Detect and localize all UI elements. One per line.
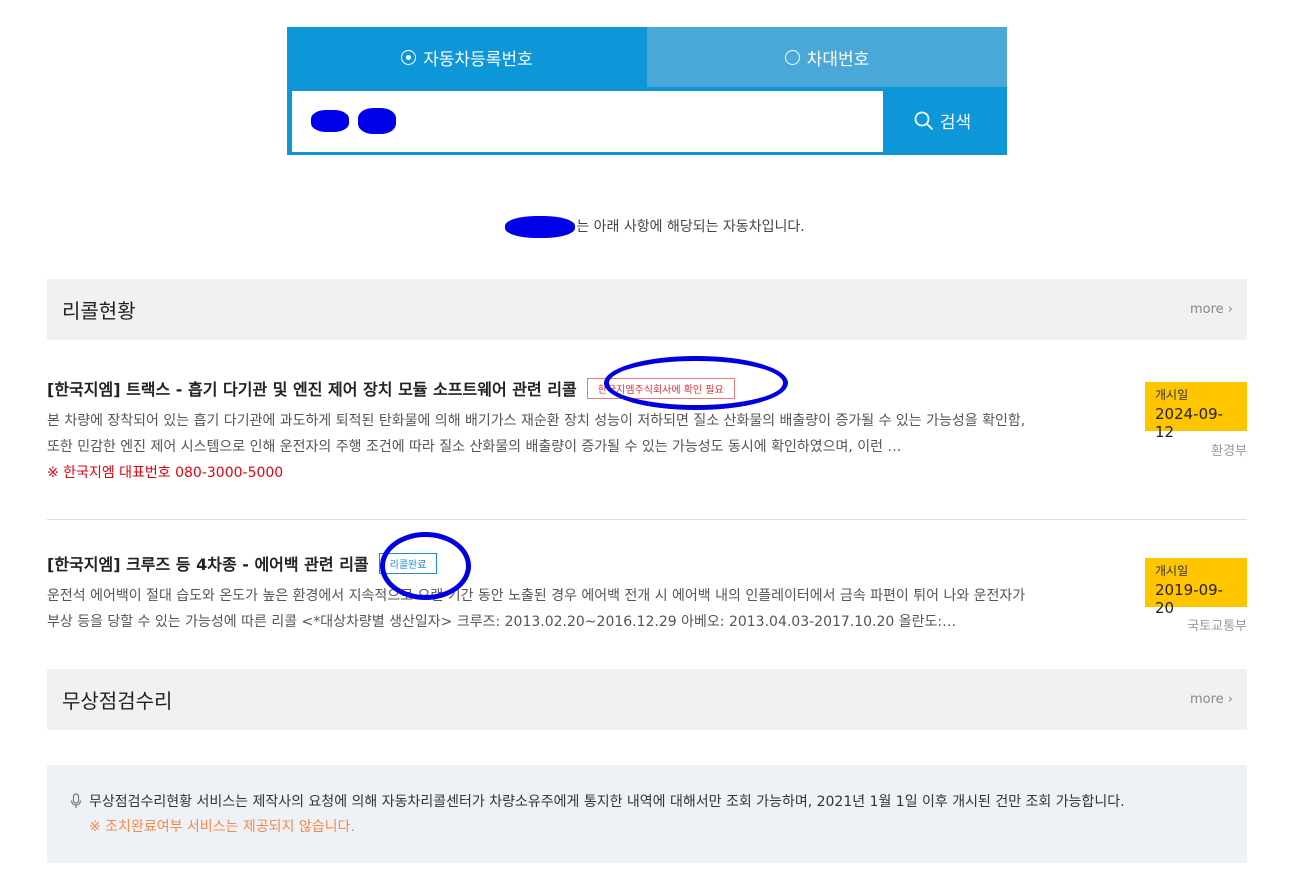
recall-title[interactable]: [한국지엠] 크루즈 등 4차종 - 에어백 관련 리콜 (47, 551, 369, 575)
status-badge: 한국지엠주식회사에 확인 필요 (586, 377, 735, 399)
date-badge: 개시일 2024-09-12 (1145, 382, 1247, 441)
search-button[interactable]: 검색 (883, 91, 1002, 150)
redaction-mark (358, 108, 396, 134)
radio-unselected-icon[interactable] (784, 49, 800, 65)
result-intro: 는 아래 사항에 해당되는 자동차입니다. (0, 216, 1310, 238)
search-icon (914, 111, 933, 130)
recall-title-row: [한국지엠] 크루즈 등 4차종 - 에어백 관련 리콜 리콜완료 (47, 552, 1247, 574)
notice-box: 무상점검수리현황 서비스는 제작사의 요청에 의해 자동차리콜센터가 차량소유주… (47, 765, 1247, 863)
recall-title[interactable]: [한국지엠] 트랙스 - 흡기 다기관 및 엔진 제어 장치 모듈 소프트웨어 … (47, 376, 577, 400)
redaction-mark (505, 216, 576, 238)
tab-registration-number[interactable]: 자동차등록번호 (287, 27, 647, 87)
date-value: 2019-09-20 (1155, 581, 1224, 617)
free-repair-section-header: 무상점검수리 more › (47, 669, 1247, 730)
recall-item[interactable]: [한국지엠] 크루즈 등 4차종 - 에어백 관련 리콜 리콜완료 운전석 에어… (47, 552, 1247, 652)
search-input[interactable] (292, 91, 883, 152)
section-title: 무상점검수리 (62, 689, 173, 713)
recall-title-row: [한국지엠] 트랙스 - 흡기 다기관 및 엔진 제어 장치 모듈 소프트웨어 … (47, 377, 1247, 399)
date-label: 개시일 (1155, 388, 1189, 402)
search-button-label: 검색 (939, 113, 972, 133)
status-badge: 리콜완료 (378, 552, 438, 574)
tab-label: 차대번호 (806, 49, 870, 70)
result-intro-text: 는 아래 사항에 해당되는 자동차입니다. (576, 219, 805, 235)
section-title: 리콜현황 (62, 299, 136, 323)
recall-note: ※ 한국지엠 대표번호 080-3000-5000 (47, 465, 284, 481)
agency-label: 국토교통부 (1187, 619, 1247, 634)
notice-text: 무상점검수리현황 서비스는 제작사의 요청에 의해 자동차리콜센터가 차량소유주… (89, 794, 1125, 810)
recall-more-link[interactable]: more › (1190, 302, 1233, 317)
recall-section-header: 리콜현황 more › (47, 279, 1247, 340)
redaction-mark (311, 110, 349, 132)
radio-selected-icon[interactable] (401, 49, 417, 65)
tab-label: 자동차등록번호 (423, 49, 533, 70)
search-row: 검색 (287, 87, 1007, 155)
date-value: 2024-09-12 (1155, 405, 1224, 441)
notice-sub-text: ※ 조치완료여부 서비스는 제공되지 않습니다. (89, 819, 355, 835)
search-panel: 자동차등록번호 차대번호 검색 (287, 27, 1007, 155)
notice-line: 무상점검수리현황 서비스는 제작사의 요청에 의해 자동차리콜센터가 차량소유주… (69, 791, 1247, 811)
recall-item[interactable]: [한국지엠] 트랙스 - 흡기 다기관 및 엔진 제어 장치 모듈 소프트웨어 … (47, 377, 1247, 512)
tab-vin-number[interactable]: 차대번호 (647, 27, 1007, 87)
recall-description: 운전석 에어백이 절대 습도와 온도가 높은 환경에서 지속적으로 오랜 기간 … (47, 588, 1026, 630)
search-tabs: 자동차등록번호 차대번호 (287, 27, 1007, 87)
free-repair-more-link[interactable]: more › (1190, 692, 1233, 707)
date-label: 개시일 (1155, 564, 1189, 578)
divider (47, 519, 1247, 520)
agency-label: 환경부 (1211, 444, 1247, 459)
microphone-icon (70, 793, 82, 808)
date-badge: 개시일 2019-09-20 (1145, 558, 1247, 617)
recall-description: 본 차량에 장착되어 있는 흡기 다기관에 과도하게 퇴적된 탄화물에 의해 배… (47, 413, 1026, 455)
